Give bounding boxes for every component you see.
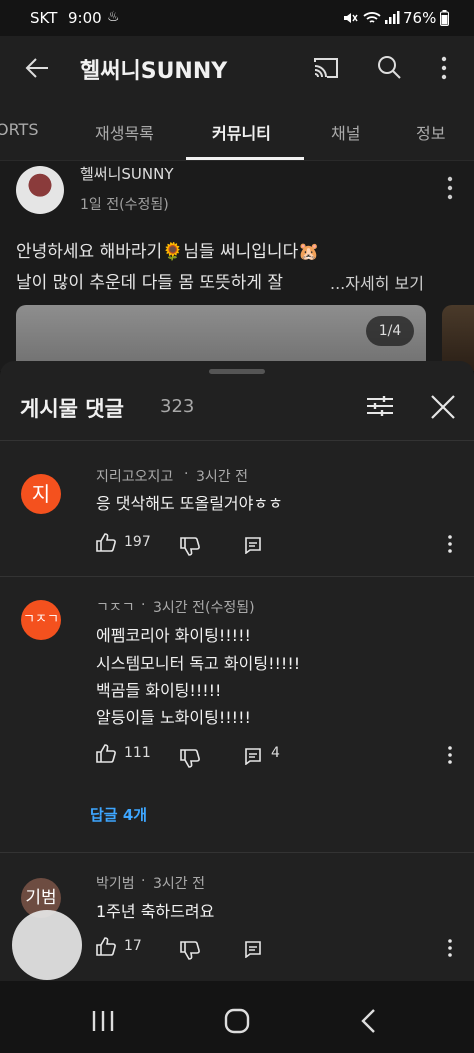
dislike-icon[interactable]: [179, 941, 201, 961]
like-icon[interactable]: [95, 936, 117, 956]
dislike-icon[interactable]: [179, 749, 201, 769]
comment-text-line: 시스템모니터 독고 화이팅!!!!!: [96, 654, 301, 673]
meta-separator: ·: [141, 597, 146, 613]
like-count: 17: [124, 938, 142, 954]
comment-time: 3시간 전: [196, 469, 248, 485]
battery-icon: [440, 10, 449, 26]
home-icon[interactable]: [224, 1008, 250, 1034]
reply-icon[interactable]: [244, 536, 262, 554]
status-bar: SKT 9:00 ♨ 76%: [0, 0, 474, 36]
reply-icon[interactable]: [244, 940, 262, 958]
tab-shorts[interactable]: ORTS: [0, 120, 38, 139]
comment-text: 응 댓삭해도 또올릴거야ㅎㅎ: [96, 494, 283, 513]
search-icon[interactable]: [376, 54, 402, 80]
comment-text-line: 알등이들 노화이팅!!!!!: [96, 708, 251, 727]
post-menu-icon[interactable]: [446, 176, 454, 200]
comment-time: 3시간 전: [153, 876, 205, 892]
sheet-header-divider: [0, 440, 474, 441]
comment-author[interactable]: 지리고오지고: [96, 466, 173, 486]
cast-icon[interactable]: [312, 56, 340, 80]
channel-tabs: ORTS 재생목록 커뮤니티 채널 정보: [0, 100, 474, 161]
comment-text: 1주년 축하드려요: [96, 902, 215, 921]
meta-separator: ·: [141, 873, 146, 889]
comment-divider: [0, 576, 474, 577]
sort-filter-icon[interactable]: [366, 394, 394, 418]
system-nav-bar: [0, 981, 474, 1053]
tab-channels[interactable]: 채널: [331, 120, 360, 144]
comment-divider: [0, 852, 474, 853]
meta-separator: ·: [184, 466, 189, 482]
tab-playlists[interactable]: 재생목록: [95, 120, 154, 144]
notification-icon: ♨: [107, 9, 120, 25]
commenter-avatar[interactable]: 지: [21, 474, 61, 514]
reply-count: 4: [271, 745, 280, 761]
like-count: 197: [124, 534, 151, 550]
tab-community[interactable]: 커뮤니티: [212, 120, 271, 144]
drag-handle[interactable]: [209, 369, 265, 374]
like-icon[interactable]: [95, 532, 117, 552]
clock: 9:00: [68, 9, 102, 27]
commenter-avatar[interactable]: ㄱㅈㄱ: [21, 600, 61, 640]
sheet-title: 게시물 댓글: [20, 397, 124, 421]
post-timestamp: 1일 전(수정됨): [80, 197, 169, 213]
comment-text-line: 백곰들 화이팅!!!!!: [96, 681, 222, 700]
more-vert-icon[interactable]: [440, 56, 448, 80]
app-bar: 헬써니SUNNY: [0, 36, 474, 100]
carrier-label: SKT: [30, 9, 58, 27]
tab-about[interactable]: 정보: [416, 120, 445, 144]
like-count: 111: [124, 745, 151, 761]
signal-icon: [385, 11, 400, 24]
image-pager-badge: 1/4: [366, 316, 414, 346]
post-text-line2: 날이 많이 추운데 다들 몸 또뜻하게 잘: [16, 273, 284, 293]
read-more-link[interactable]: ...자세히 보기: [330, 270, 424, 294]
comment-menu-icon[interactable]: [447, 938, 453, 958]
comment-count: 323: [160, 396, 195, 417]
channel-title: 헬써니SUNNY: [80, 59, 228, 84]
post-author[interactable]: 헬써니SUNNY: [80, 163, 174, 184]
comment-time: 3시간 전(수정됨): [153, 600, 255, 616]
recents-icon[interactable]: [91, 1010, 115, 1032]
post-text-line1: 안녕하세요 해바라기🌻님들 써니입니다🐹: [16, 242, 320, 262]
active-tab-indicator: [186, 157, 304, 160]
comment-text-line: 에펨코리아 화이팅!!!!!: [96, 626, 251, 645]
back-icon[interactable]: [360, 1008, 376, 1034]
assistive-touch-button[interactable]: [12, 910, 82, 980]
mute-icon: [344, 13, 358, 23]
close-icon[interactable]: [430, 394, 456, 420]
comment-menu-icon[interactable]: [447, 745, 453, 765]
view-replies-link[interactable]: 답글 4개: [90, 804, 147, 825]
battery-percent: 76%: [403, 9, 437, 27]
comment-author[interactable]: 박기범: [96, 873, 135, 893]
reply-icon[interactable]: [244, 747, 262, 765]
comment-author[interactable]: ㄱㅈㄱ: [96, 597, 135, 617]
like-icon[interactable]: [95, 743, 117, 763]
comment-menu-icon[interactable]: [447, 534, 453, 554]
back-arrow-icon[interactable]: [24, 56, 50, 80]
channel-avatar[interactable]: [16, 166, 64, 214]
dislike-icon[interactable]: [179, 537, 201, 557]
wifi-icon: [363, 12, 381, 23]
